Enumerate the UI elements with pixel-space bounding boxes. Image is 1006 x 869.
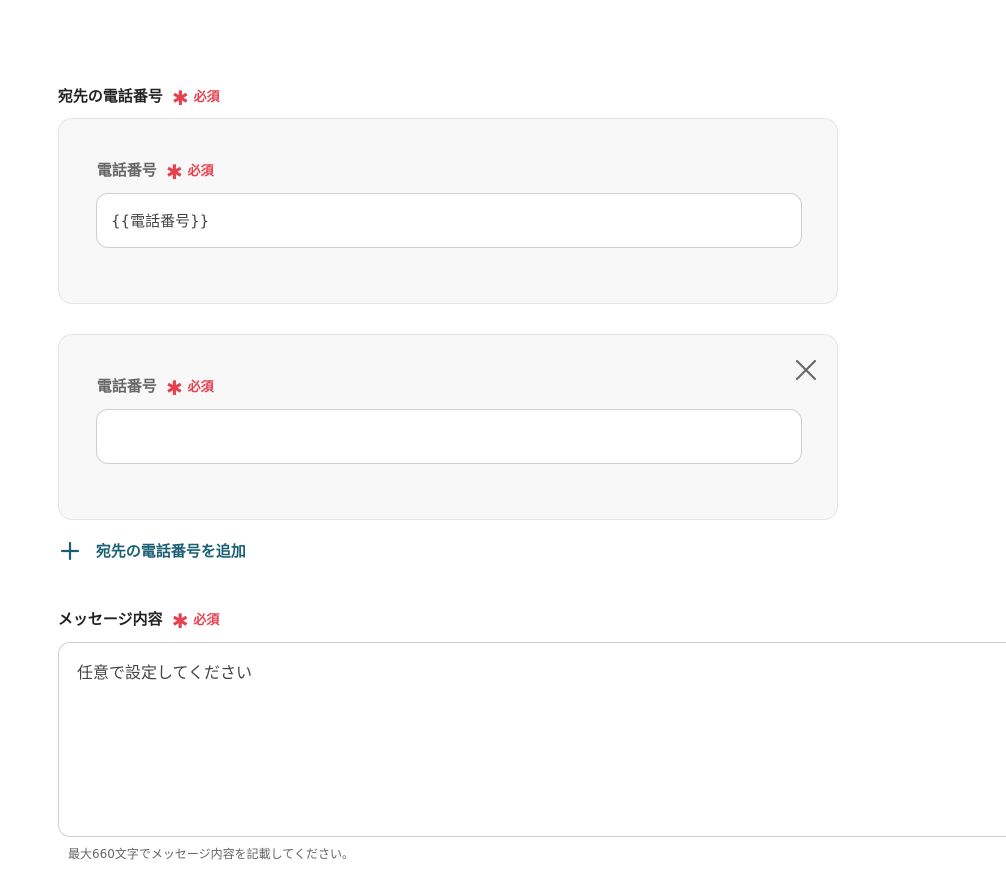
close-icon[interactable]: [793, 357, 819, 383]
recipient-section-title: 宛先の電話番号: [58, 87, 164, 105]
required-asterisk-icon: ✱: [171, 608, 189, 633]
message-section-label: メッセージ内容 ✱ 必須: [58, 608, 220, 633]
phone-number-input[interactable]: {{電話番号}}: [96, 193, 802, 248]
message-placeholder: 任意で設定してください: [77, 663, 253, 682]
required-badge: 必須: [187, 164, 214, 179]
add-recipient-label: 宛先の電話番号を追加: [96, 542, 247, 560]
message-help-text: 最大660文字でメッセージ内容を記載してください。: [68, 847, 354, 861]
required-asterisk-icon: ✱: [166, 159, 183, 184]
phone-field-label: 電話番号 ✱ 必須: [97, 159, 214, 184]
add-recipient-button[interactable]: 宛先の電話番号を追加: [60, 540, 246, 561]
required-badge: 必須: [193, 613, 220, 628]
phone-field-title: 電話番号: [97, 377, 158, 395]
required-asterisk-icon: ✱: [172, 85, 189, 110]
required-asterisk-icon: ✱: [166, 375, 183, 400]
phone-entry-card: 電話番号 ✱ 必須 {{電話番号}}: [58, 118, 838, 304]
phone-field-label: 電話番号 ✱ 必須: [97, 375, 214, 400]
message-textarea[interactable]: 任意で設定してください: [58, 642, 1006, 837]
phone-field-title: 電話番号: [97, 161, 158, 179]
phone-number-input[interactable]: [96, 409, 802, 464]
recipient-section-label: 宛先の電話番号 ✱ 必須: [58, 85, 220, 110]
required-badge: 必須: [193, 90, 220, 105]
sms-settings-form: 宛先の電話番号 ✱ 必須 電話番号 ✱ 必須 {{電話番号}} 電話番号 ✱ 必…: [0, 0, 1006, 869]
message-section-title: メッセージ内容: [58, 610, 163, 628]
phone-entry-card: 電話番号 ✱ 必須: [58, 334, 838, 520]
plus-icon: [60, 541, 80, 560]
required-badge: 必須: [187, 380, 214, 395]
